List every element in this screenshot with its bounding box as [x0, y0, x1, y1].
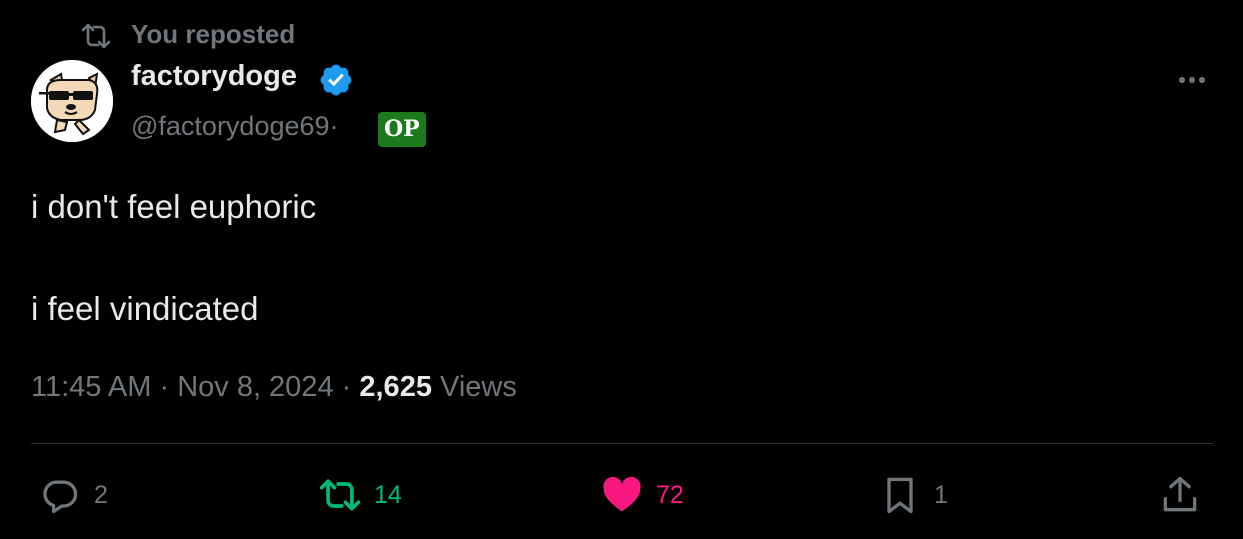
bookmark-button[interactable]: 1 — [878, 473, 948, 517]
like-count: 72 — [656, 480, 684, 509]
repost-icon — [81, 23, 111, 49]
user-handle[interactable]: @factorydoge69· — [131, 111, 339, 142]
tweet-text-line: i don't feel euphoric — [31, 188, 317, 225]
repost-label: You reposted — [131, 19, 296, 49]
like-button[interactable]: 72 — [600, 473, 684, 517]
retweet-icon — [319, 479, 361, 511]
divider — [31, 443, 1213, 444]
tweet-text-line: i feel vindicated — [31, 290, 259, 327]
reply-count: 2 — [94, 480, 108, 509]
display-name[interactable]: factorydoge — [131, 60, 297, 93]
heart-icon — [603, 476, 641, 512]
views-count[interactable]: 2,625 — [359, 371, 432, 403]
doge-avatar-image — [31, 60, 113, 142]
tweet-date[interactable]: Nov 8, 2024 — [177, 371, 333, 403]
meta-separator: · — [159, 371, 170, 403]
views-label: Views — [440, 371, 517, 403]
avatar[interactable] — [31, 60, 113, 142]
share-button[interactable] — [1158, 473, 1202, 517]
tweet-time[interactable]: 11:45 AM — [31, 371, 151, 403]
reply-button[interactable]: 2 — [38, 473, 108, 517]
more-options-icon[interactable] — [1168, 64, 1216, 96]
tweet-meta: 11:45 AM · Nov 8, 2024 · 2,625 Views — [31, 371, 517, 404]
handle-text[interactable]: @factorydoge69 — [131, 111, 330, 141]
op-badge: OP — [378, 112, 426, 147]
meta-separator: · — [341, 371, 352, 403]
handle-separator: · — [329, 111, 339, 141]
bookmark-count: 1 — [934, 480, 948, 509]
retweet-button[interactable]: 14 — [318, 473, 402, 517]
bookmark-icon — [887, 477, 913, 514]
verified-badge-icon[interactable] — [318, 62, 354, 98]
share-icon — [1163, 476, 1197, 512]
reply-icon — [43, 480, 78, 514]
retweet-count: 14 — [374, 480, 402, 509]
